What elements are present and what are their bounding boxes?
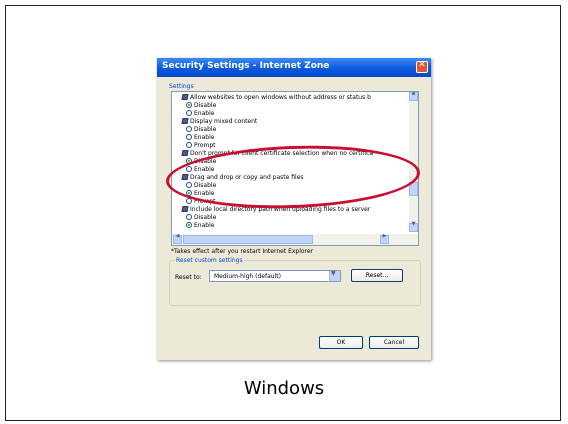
- dialog-title: Security Settings - Internet Zone: [162, 61, 330, 71]
- radio-icon[interactable]: [186, 134, 192, 140]
- reset-to-label: Reset to:: [175, 274, 202, 281]
- setting-option[interactable]: Enable: [186, 110, 214, 118]
- setting-option[interactable]: Prompt: [186, 142, 216, 150]
- restart-note: *Takes effect after you restart Internet…: [171, 248, 314, 255]
- radio-icon[interactable]: [186, 126, 192, 132]
- cancel-button[interactable]: Cancel: [369, 336, 419, 349]
- setting-label: Disable: [194, 102, 217, 109]
- chevron-down-icon: ▼: [411, 221, 416, 227]
- horizontal-scrollbar[interactable]: ◀ ▶: [172, 233, 418, 245]
- chevron-down-icon: ▼: [331, 270, 336, 277]
- settings-group-label: Settings: [169, 83, 194, 90]
- scroll-left-button[interactable]: ◀: [173, 233, 182, 244]
- setting-label: Enable: [194, 134, 215, 141]
- reset-group-box: [169, 260, 421, 306]
- setting-label: Display mixed content: [190, 118, 258, 125]
- setting-option[interactable]: Enable: [186, 134, 214, 142]
- reset-level-select[interactable]: Medium-high (default) ▼: [209, 270, 341, 282]
- reset-level-value: Medium-high (default): [214, 273, 281, 280]
- setting-category[interactable]: Allow websites to open windows without a…: [181, 94, 371, 102]
- security-settings-dialog: Security Settings - Internet Zone ✕ Sett…: [157, 58, 431, 360]
- setting-category-icon: [181, 206, 189, 212]
- setting-label: Enable: [194, 110, 215, 117]
- chevron-right-icon: ▶: [382, 233, 387, 239]
- dialog-titlebar[interactable]: Security Settings - Internet Zone ✕: [157, 58, 431, 77]
- slide-caption: Windows: [243, 378, 325, 399]
- scroll-right-button[interactable]: ▶: [380, 233, 389, 244]
- dropdown-button[interactable]: ▼: [329, 270, 340, 281]
- setting-label: Enable: [194, 222, 215, 229]
- setting-option[interactable]: Disable: [186, 102, 216, 110]
- radio-selected-icon[interactable]: [186, 102, 192, 108]
- reset-button[interactable]: Reset...: [351, 269, 403, 282]
- setting-option[interactable]: Disable: [186, 214, 216, 222]
- scroll-down-button[interactable]: ▼: [409, 221, 418, 232]
- setting-label: Disable: [194, 126, 217, 133]
- setting-category-icon: [181, 150, 189, 156]
- setting-option[interactable]: Disable: [186, 126, 216, 134]
- chevron-up-icon: ▲: [411, 91, 416, 96]
- slide: Security Settings - Internet Zone ✕ Sett…: [5, 5, 561, 421]
- radio-icon[interactable]: [186, 142, 192, 148]
- horizontal-scroll-thumb[interactable]: [183, 235, 313, 244]
- setting-label: Prompt: [194, 142, 216, 149]
- ok-button[interactable]: OK: [319, 336, 363, 349]
- radio-icon[interactable]: [186, 214, 192, 220]
- setting-option[interactable]: Enable: [186, 222, 214, 230]
- reset-group-label: Reset custom settings: [175, 257, 244, 264]
- setting-label: Allow websites to open windows without a…: [190, 94, 371, 101]
- scroll-up-button[interactable]: ▲: [409, 92, 418, 101]
- radio-icon[interactable]: [186, 110, 192, 116]
- setting-category-icon: [181, 94, 189, 100]
- setting-category-icon: [181, 118, 189, 124]
- setting-category[interactable]: Display mixed content: [181, 118, 258, 126]
- close-icon: ✕: [418, 60, 426, 70]
- chevron-left-icon: ◀: [175, 233, 180, 239]
- radio-selected-icon[interactable]: [186, 222, 192, 228]
- close-button[interactable]: ✕: [416, 60, 428, 73]
- setting-label: Disable: [194, 214, 217, 221]
